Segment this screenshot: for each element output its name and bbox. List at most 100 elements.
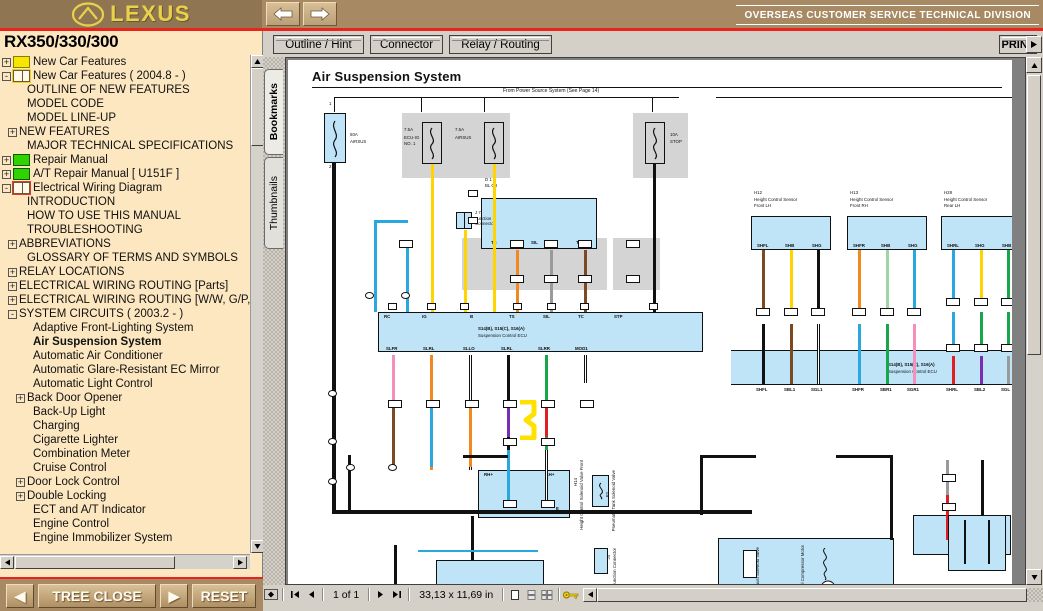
prev-button[interactable]: ◀ (6, 584, 34, 608)
doc-scroll-thumb[interactable] (1027, 75, 1041, 355)
tree-item[interactable]: MODEL LINE-UP (0, 111, 250, 125)
ecu-pin-ts: TS (509, 314, 515, 320)
expand-icon[interactable]: + (2, 170, 11, 179)
tree-item[interactable]: Engine Control (0, 517, 250, 531)
tree-item[interactable]: GLOSSARY OF TERMS AND SYMBOLS (0, 251, 250, 265)
pdf-side-tabs: Bookmarks Thumbnails (263, 57, 285, 585)
expand-icon[interactable]: + (16, 492, 25, 501)
tree-horizontal-scrollbar[interactable] (0, 554, 250, 569)
expand-icon[interactable]: + (8, 268, 17, 277)
drop-3 (484, 97, 485, 112)
expand-icon[interactable]: + (8, 282, 17, 291)
tree-item[interactable]: HOW TO USE THIS MANUAL (0, 209, 250, 223)
expand-icon[interactable]: + (2, 58, 11, 67)
collapse-icon[interactable]: - (2, 184, 11, 193)
tree-item[interactable]: +Door Lock Control (0, 475, 250, 489)
tree-item[interactable]: ECT and A/T Indicator (0, 503, 250, 517)
tab-outline-hint[interactable]: Outline / Hint (273, 35, 364, 54)
tree-item-label: ELECTRICAL WIRING ROUTING [Parts] (19, 280, 228, 292)
collapse-icon[interactable]: - (2, 72, 11, 81)
tree-item[interactable]: TROUBLESHOOTING (0, 223, 250, 237)
tree-item[interactable]: Combination Meter (0, 447, 250, 461)
tab-connector[interactable]: Connector (370, 35, 443, 54)
tree-item-label: ABBREVIATIONS (19, 238, 111, 250)
conn-box-h (578, 240, 592, 248)
tree-item[interactable]: INTRODUCTION (0, 195, 250, 209)
expand-icon[interactable]: + (8, 240, 17, 249)
tree-item[interactable]: +A/T Repair Manual [ U151F ] (0, 167, 250, 181)
continuous-page-icon[interactable] (523, 587, 539, 602)
tab-thumbnails[interactable]: Thumbnails (264, 157, 283, 249)
document-horizontal-scrollbar[interactable] (583, 588, 1043, 602)
expand-icon[interactable]: + (8, 296, 17, 305)
last-page-icon[interactable] (389, 587, 405, 602)
single-page-icon[interactable] (507, 587, 523, 602)
back-arrow-button[interactable] (266, 2, 300, 26)
doc-hscroll-track[interactable] (1027, 588, 1043, 602)
tree-item[interactable]: Air Suspension System (0, 335, 250, 349)
tree-item[interactable]: +ABBREVIATIONS (0, 237, 250, 251)
tab-bookmarks[interactable]: Bookmarks (264, 69, 283, 155)
tree-item[interactable]: +NEW FEATURES (0, 125, 250, 139)
tree-close-button[interactable]: TREE CLOSE (38, 584, 156, 608)
tree-item[interactable]: +RELAY LOCATIONS (0, 265, 250, 279)
tree-item[interactable]: OUTLINE OF NEW FEATURES (0, 83, 250, 97)
lexus-logo-area: LEXUS (0, 0, 262, 28)
expand-icon[interactable]: + (16, 478, 25, 487)
tree-scroll-left-button[interactable] (0, 556, 14, 569)
tree-item[interactable]: MAJOR TECHNICAL SPECIFICATIONS (0, 139, 250, 153)
expand-icon[interactable]: + (2, 156, 11, 165)
tree-item[interactable]: +New Car Features (0, 55, 250, 69)
tree-item[interactable]: Automatic Air Conditioner (0, 349, 250, 363)
tree-item[interactable]: Engine Immobilizer System (0, 531, 250, 545)
key-icon[interactable] (563, 587, 579, 602)
next-page-icon[interactable] (373, 587, 389, 602)
doc-scroll-down-button[interactable] (1026, 569, 1042, 585)
tree-hscroll-thumb[interactable] (15, 556, 175, 569)
ecu-pin-tc: TC (578, 314, 584, 320)
first-page-icon[interactable] (287, 587, 303, 602)
fit-width-icon[interactable] (263, 587, 279, 602)
tree-vertical-scrollbar[interactable] (250, 55, 263, 553)
tree-item[interactable]: -SYSTEM CIRCUITS ( 2003.2 - ) (0, 307, 250, 321)
next-button[interactable]: ▶ (160, 584, 188, 608)
page-indicator[interactable]: 1 of 1 (327, 589, 365, 601)
h14-code: H14 (573, 478, 578, 486)
tree-item[interactable]: Back-Up Light (0, 405, 250, 419)
tree-item[interactable]: +Double Locking (0, 489, 250, 503)
tree-item[interactable]: -New Car Features ( 2004.8 - ) (0, 69, 250, 83)
facing-page-icon[interactable] (539, 587, 555, 602)
tree-scroll-right-button[interactable] (233, 556, 247, 569)
tree-item[interactable]: +ELECTRICAL WIRING ROUTING [W/W, G/P, S/… (0, 293, 250, 307)
tree-item[interactable]: Cruise Control (0, 461, 250, 475)
tree-item[interactable]: +Repair Manual (0, 153, 250, 167)
tree-item[interactable]: -Electrical Wiring Diagram (0, 181, 250, 195)
tree-item[interactable]: Automatic Light Control (0, 377, 250, 391)
document-tree[interactable]: +New Car Features-New Car Features ( 200… (0, 55, 250, 553)
doc-scroll-up-button[interactable] (1026, 57, 1042, 73)
expand-pane-button[interactable] (1026, 36, 1042, 53)
document-vertical-scrollbar[interactable] (1026, 57, 1042, 585)
fuse-1-pinnum: 1 (329, 101, 331, 107)
tree-item[interactable]: +Back Door Opener (0, 391, 250, 405)
tree-item[interactable]: Charging (0, 419, 250, 433)
wire-sensor1b-white (817, 324, 820, 384)
tree-item[interactable]: Cigarette Lighter (0, 433, 250, 447)
expand-icon[interactable]: + (16, 394, 25, 403)
wire-sensor3c-gray (1007, 356, 1010, 384)
doc-hscroll-thumb[interactable] (597, 588, 1027, 602)
reset-button[interactable]: RESET (192, 584, 256, 608)
pdf-page-container[interactable]: Air Suspension System From Power Source … (285, 57, 1026, 585)
tree-item[interactable]: +ELECTRICAL WIRING ROUTING [Parts] (0, 279, 250, 293)
tree-item[interactable]: MODEL CODE (0, 97, 250, 111)
expand-icon[interactable]: + (8, 128, 17, 137)
tree-item[interactable]: Automatic Glare-Resistant EC Mirror (0, 363, 250, 377)
collapse-icon[interactable]: - (8, 310, 17, 319)
prev-page-icon[interactable] (303, 587, 319, 602)
doc-scroll-left-button[interactable] (583, 588, 597, 602)
tab-relay-routing[interactable]: Relay / Routing (449, 35, 552, 54)
sensor-1-pin-2: SHG (812, 243, 822, 249)
tree-item[interactable]: Adaptive Front-Lighting System (0, 321, 250, 335)
wire-yellow-b (464, 230, 467, 312)
forward-arrow-button[interactable] (303, 2, 337, 26)
